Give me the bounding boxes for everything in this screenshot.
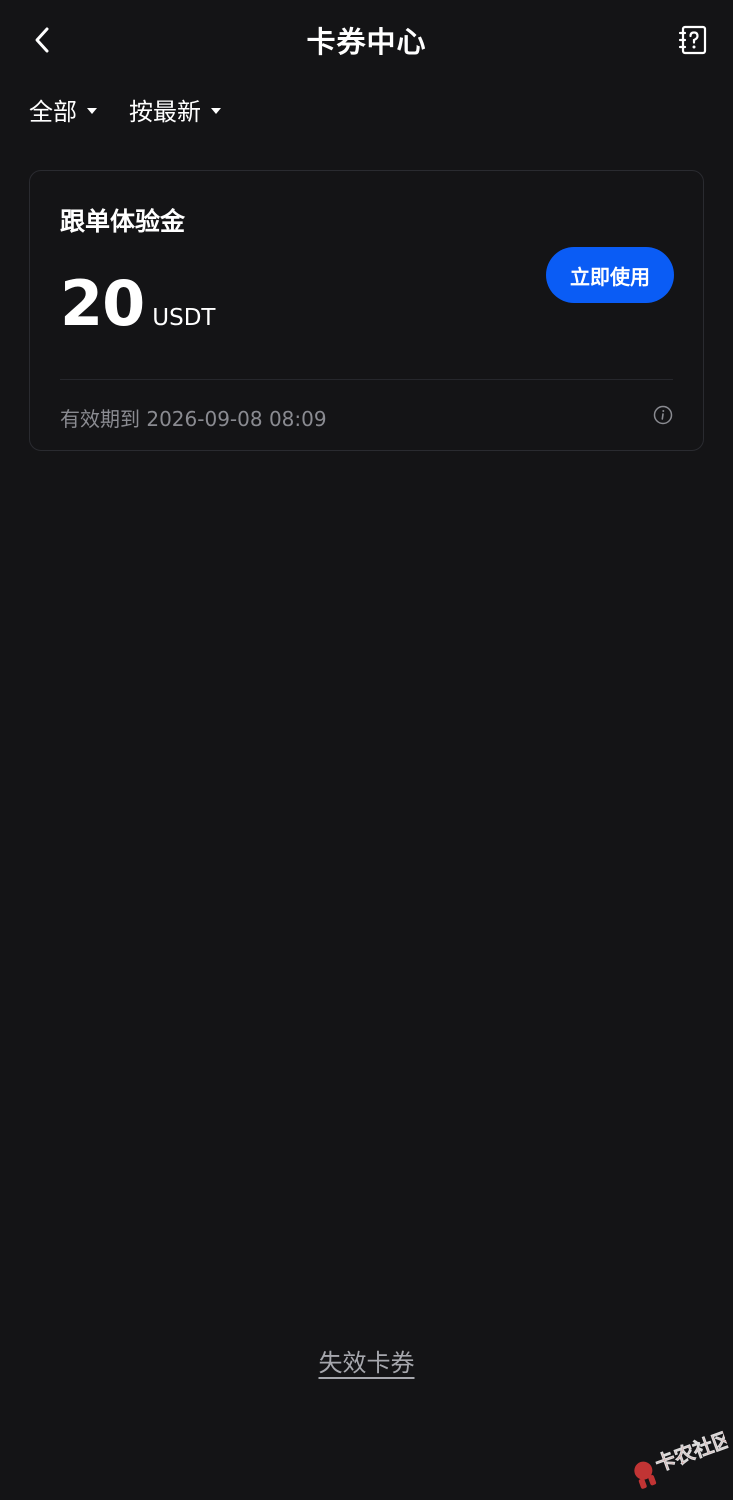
header: 卡券中心 <box>0 0 733 80</box>
coupon-title: 跟单体验金 <box>60 207 186 236</box>
caret-down-icon <box>87 107 97 114</box>
watermark-text: 卡农社区 <box>652 1426 733 1476</box>
coupon-amount-row: 20 USDT <box>60 273 215 335</box>
page-title: 卡券中心 <box>306 25 427 59</box>
help-button[interactable] <box>673 20 713 60</box>
watermark-logo: 卡农社区 <box>634 1426 733 1489</box>
card-divider <box>60 379 673 380</box>
coupon-unit: USDT <box>152 305 216 331</box>
filter-type-dropdown[interactable]: 全部 <box>29 92 97 127</box>
filter-sort-label: 按最新 <box>129 98 201 126</box>
expired-coupons-link[interactable]: 失效卡券 <box>0 1343 733 1378</box>
coupon-amount: 20 <box>60 267 145 340</box>
use-now-button[interactable]: 立即使用 <box>546 247 674 303</box>
filter-type-label: 全部 <box>29 98 77 126</box>
caret-down-icon <box>211 107 221 114</box>
filter-bar: 全部 按最新 <box>29 92 221 127</box>
coupon-center-screen: 卡券中心 全部 按最新 跟单体验金 20 USDT 立即使用 有效期到 2026… <box>0 0 733 1500</box>
info-icon[interactable] <box>653 405 673 425</box>
coupon-card: 跟单体验金 20 USDT 立即使用 有效期到 2026-09-08 08:09 <box>29 170 704 451</box>
coupon-expiry: 有效期到 2026-09-08 08:09 <box>60 407 327 431</box>
filter-sort-dropdown[interactable]: 按最新 <box>129 92 221 127</box>
help-book-icon <box>678 25 707 55</box>
